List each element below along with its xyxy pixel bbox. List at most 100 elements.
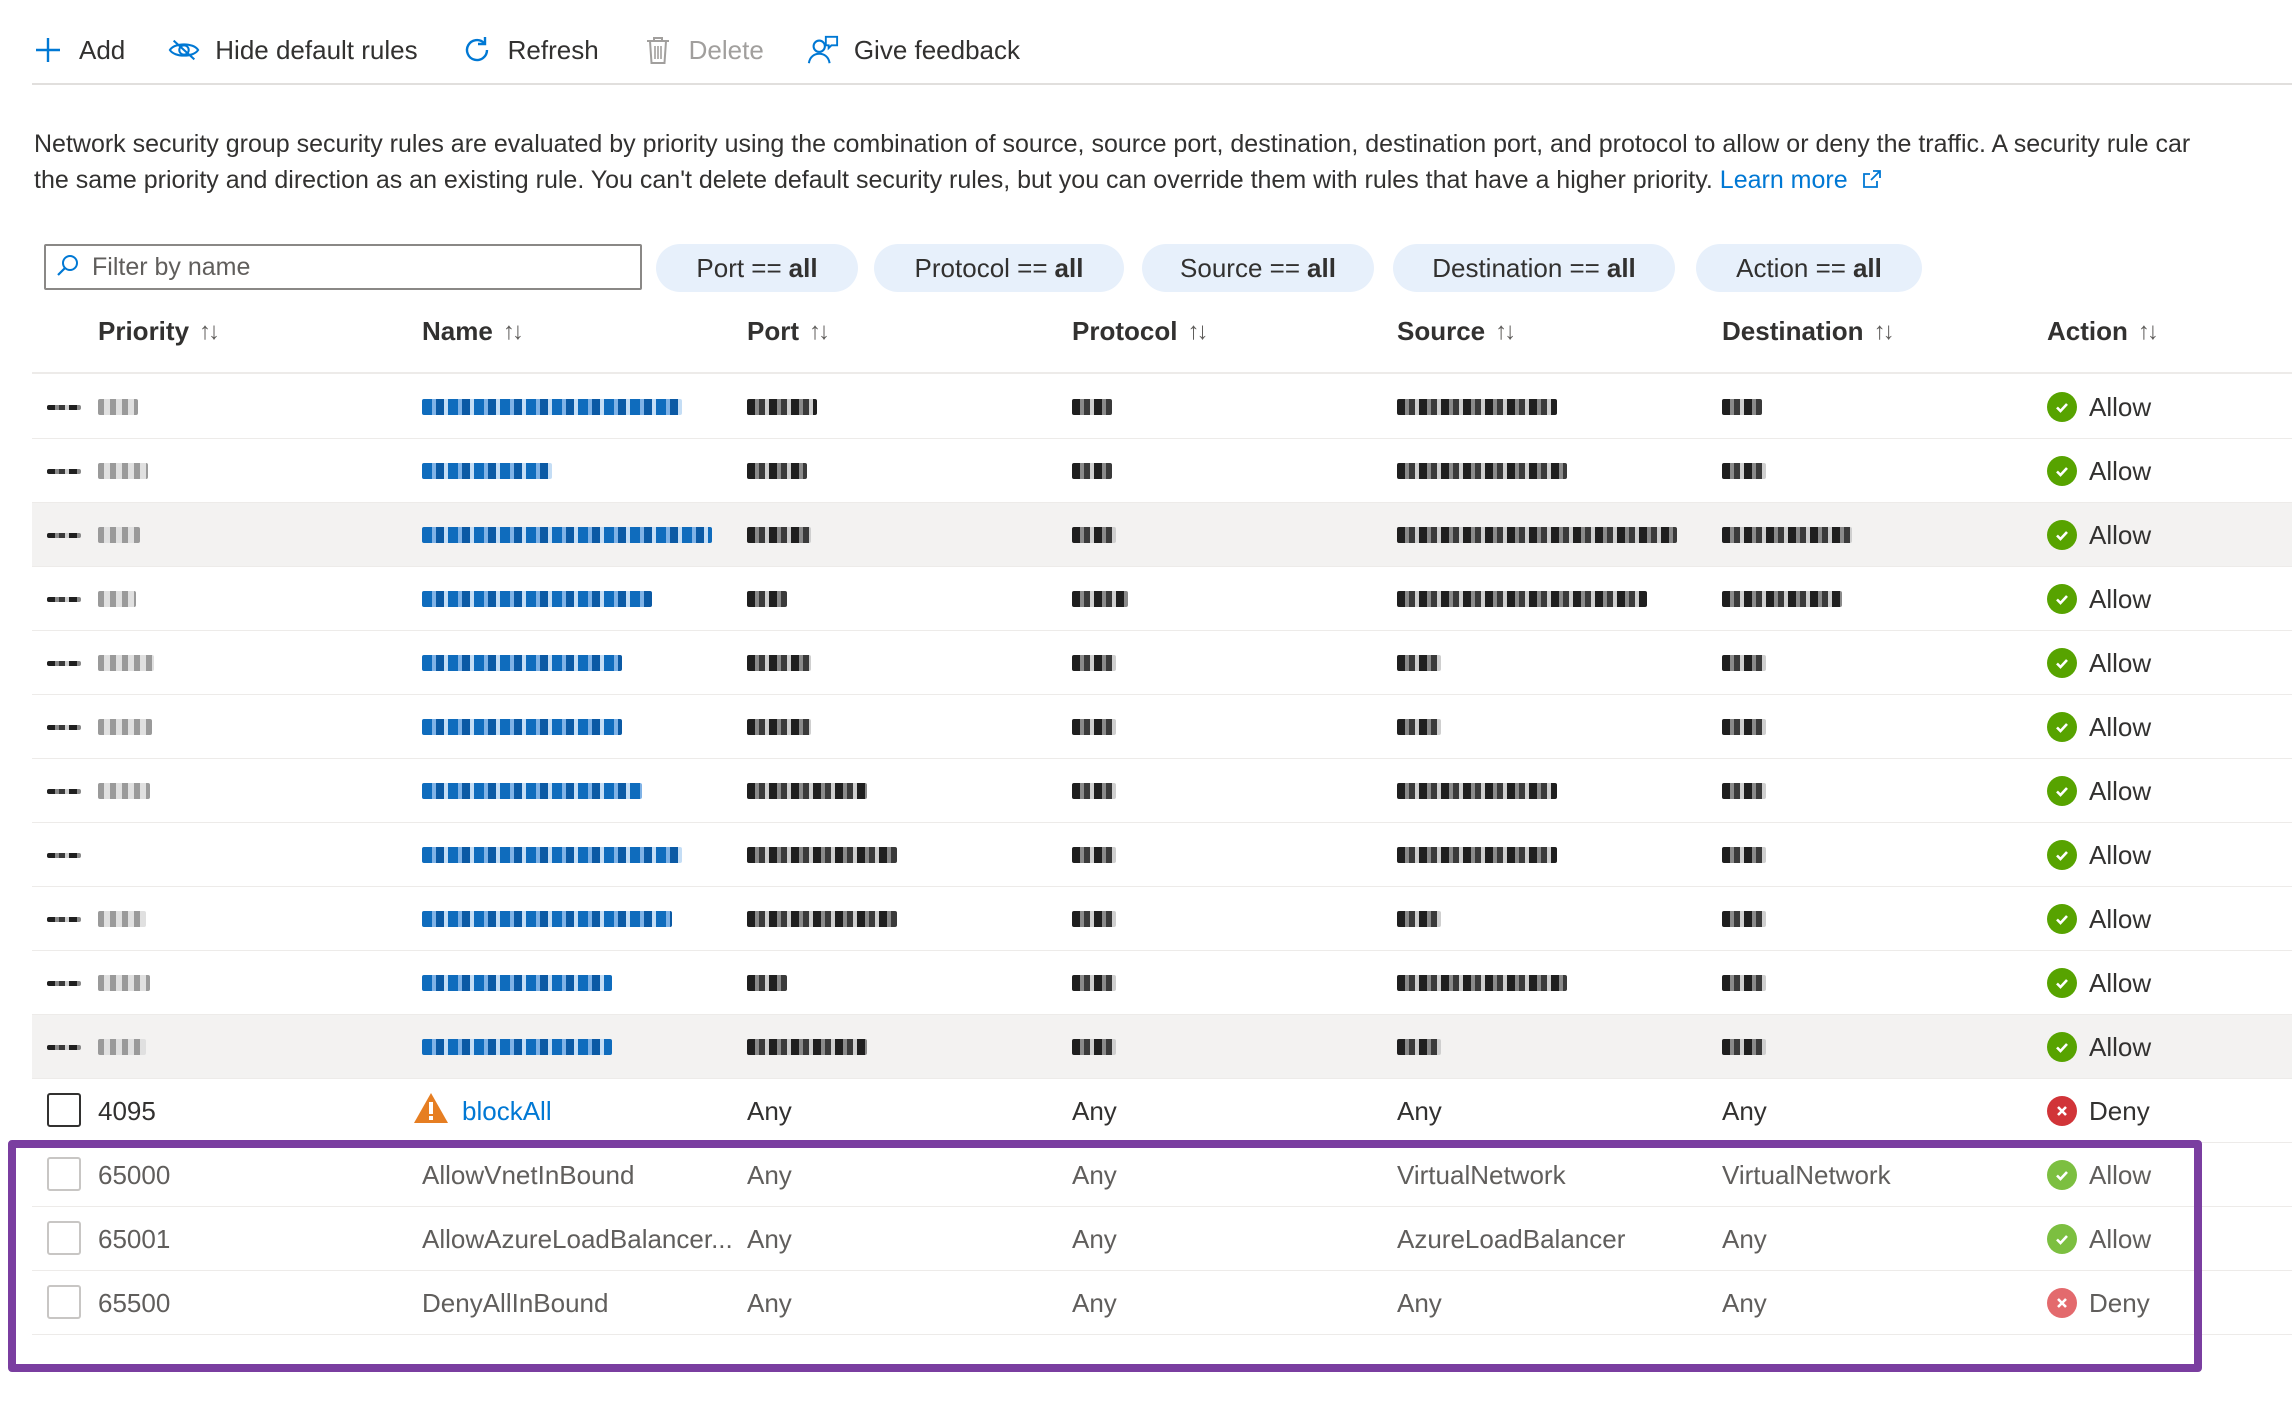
redacted-name[interactable] xyxy=(422,951,612,1015)
redacted-name[interactable] xyxy=(422,567,652,631)
row-select-marker[interactable] xyxy=(47,887,81,951)
row-select-marker[interactable] xyxy=(47,695,81,759)
table-row[interactable]: Allow xyxy=(32,375,2292,439)
action-label: Allow xyxy=(2089,903,2152,934)
row-select-marker[interactable] xyxy=(47,823,81,887)
source-filter-pill[interactable]: Source == all xyxy=(1142,244,1374,292)
source-cell: AzureLoadBalancer xyxy=(1397,1223,1626,1254)
action-filter-pill[interactable]: Action == all xyxy=(1696,244,1922,292)
action-label: Allow xyxy=(2089,839,2152,870)
allow-check-icon xyxy=(2047,456,2077,486)
default-rule-row[interactable]: 65000 AllowVnetInBound Any Any VirtualNetwor… xyxy=(32,1143,2292,1207)
action-cell: Deny xyxy=(2047,1271,2150,1335)
port-cell: Any xyxy=(747,1223,792,1254)
row-select-marker[interactable] xyxy=(47,439,81,503)
row-select-marker[interactable] xyxy=(47,759,81,823)
row-checkbox[interactable] xyxy=(47,1221,81,1255)
protocol-filter-pill[interactable]: Protocol == all xyxy=(874,244,1124,292)
column-header-source[interactable]: Source ↑↓ xyxy=(1397,316,1516,347)
allow-check-icon xyxy=(2047,840,2077,870)
column-header-priority[interactable]: Priority ↑↓ xyxy=(98,316,220,347)
redacted-destination xyxy=(1722,439,1766,503)
table-row[interactable]: Allow xyxy=(32,759,2292,823)
redacted-name[interactable] xyxy=(422,887,672,951)
row-select-marker[interactable] xyxy=(47,567,81,631)
redacted-priority xyxy=(98,567,136,631)
action-label: Allow xyxy=(2089,967,2152,998)
action-cell: Allow xyxy=(2047,759,2151,823)
action-cell: Allow xyxy=(2047,503,2151,567)
refresh-button[interactable]: Refresh xyxy=(461,34,599,66)
table-row[interactable]: Allow xyxy=(32,439,2292,503)
redacted-priority xyxy=(98,503,140,567)
redacted-protocol xyxy=(1072,567,1128,631)
table-row[interactable]: Allow xyxy=(32,631,2292,695)
redacted-name[interactable] xyxy=(422,1015,612,1079)
row-select-marker[interactable] xyxy=(47,375,81,439)
row-select-marker[interactable] xyxy=(47,951,81,1015)
redacted-name[interactable] xyxy=(422,695,622,759)
redacted-destination xyxy=(1722,567,1842,631)
column-header-protocol[interactable]: Protocol ↑↓ xyxy=(1072,316,1208,347)
delete-button[interactable]: Delete xyxy=(642,34,764,66)
redacted-name[interactable] xyxy=(422,375,682,439)
column-header-destination[interactable]: Destination ↑↓ xyxy=(1722,316,1895,347)
action-label: Allow xyxy=(2089,519,2152,550)
delete-label: Delete xyxy=(688,34,764,65)
filter-text-field[interactable] xyxy=(90,251,614,283)
protocol-cell: Any xyxy=(1072,1223,1117,1254)
description-line-2: the same priority and direction as an ex… xyxy=(34,162,2292,198)
action-label: Allow xyxy=(2089,1223,2152,1254)
action-cell: Allow xyxy=(2047,1143,2151,1207)
deny-cross-icon xyxy=(2047,1288,2077,1318)
table-row[interactable]: Allow xyxy=(32,887,2292,951)
table-row[interactable]: Allow xyxy=(32,951,2292,1015)
redacted-protocol xyxy=(1072,375,1112,439)
name-cell[interactable]: blockAll xyxy=(412,1079,552,1143)
column-header-action[interactable]: Action ↑↓ xyxy=(2047,316,2159,347)
redacted-name[interactable] xyxy=(422,823,682,887)
default-rule-row[interactable]: 65001 AllowAzureLoadBalancer... Any Any Azur… xyxy=(32,1207,2292,1271)
row-select-marker[interactable] xyxy=(47,1015,81,1079)
redacted-source xyxy=(1397,375,1557,439)
rule-name-link[interactable]: blockAll xyxy=(462,1096,552,1127)
redacted-priority xyxy=(98,1015,146,1079)
row-checkbox[interactable] xyxy=(47,1093,81,1127)
redacted-name[interactable] xyxy=(422,631,622,695)
toolbar-divider xyxy=(32,83,2292,85)
table-row[interactable]: Allow xyxy=(32,503,2292,567)
row-select-marker[interactable] xyxy=(47,631,81,695)
allow-check-icon xyxy=(2047,1032,2077,1062)
table-row[interactable]: Allow xyxy=(32,695,2292,759)
table-row[interactable]: 4095 blockAll Any Any Any Any Deny xyxy=(32,1079,2292,1143)
column-header-name[interactable]: Name ↑↓ xyxy=(422,316,524,347)
give-feedback-label: Give feedback xyxy=(853,34,1021,65)
action-label: Allow xyxy=(2089,711,2152,742)
filter-by-name-input[interactable] xyxy=(44,244,642,290)
table-row[interactable]: Allow xyxy=(32,567,2292,631)
learn-more-link[interactable]: Learn more xyxy=(1720,166,1883,194)
source-cell: Any xyxy=(1397,1287,1442,1318)
column-header-port[interactable]: Port ↑↓ xyxy=(747,316,830,347)
table-row[interactable]: Allow xyxy=(32,1015,2292,1079)
protocol-cell: Any xyxy=(1072,1095,1117,1126)
hide-default-rules-button[interactable]: Hide default rules xyxy=(168,34,418,66)
trash-icon xyxy=(642,34,674,66)
row-checkbox[interactable] xyxy=(47,1157,81,1191)
redacted-name[interactable] xyxy=(422,759,642,823)
redacted-name[interactable] xyxy=(422,503,712,567)
port-filter-pill[interactable]: Port == all xyxy=(656,244,858,292)
redacted-name[interactable] xyxy=(422,439,552,503)
action-label: Deny xyxy=(2089,1287,2150,1318)
action-label: Allow xyxy=(2089,647,2152,678)
feedback-person-icon xyxy=(807,34,839,66)
add-button[interactable]: Add xyxy=(32,34,125,66)
row-checkbox[interactable] xyxy=(47,1285,81,1319)
default-rule-row[interactable]: 65500 DenyAllInBound Any Any Any Any Deny xyxy=(32,1271,2292,1335)
give-feedback-button[interactable]: Give feedback xyxy=(807,34,1020,66)
destination-filter-pill[interactable]: Destination == all xyxy=(1393,244,1675,292)
priority-cell: 4095 xyxy=(98,1095,156,1126)
table-row[interactable]: Allow xyxy=(32,823,2292,887)
row-select-marker[interactable] xyxy=(47,503,81,567)
action-label: Allow xyxy=(2089,1031,2152,1062)
